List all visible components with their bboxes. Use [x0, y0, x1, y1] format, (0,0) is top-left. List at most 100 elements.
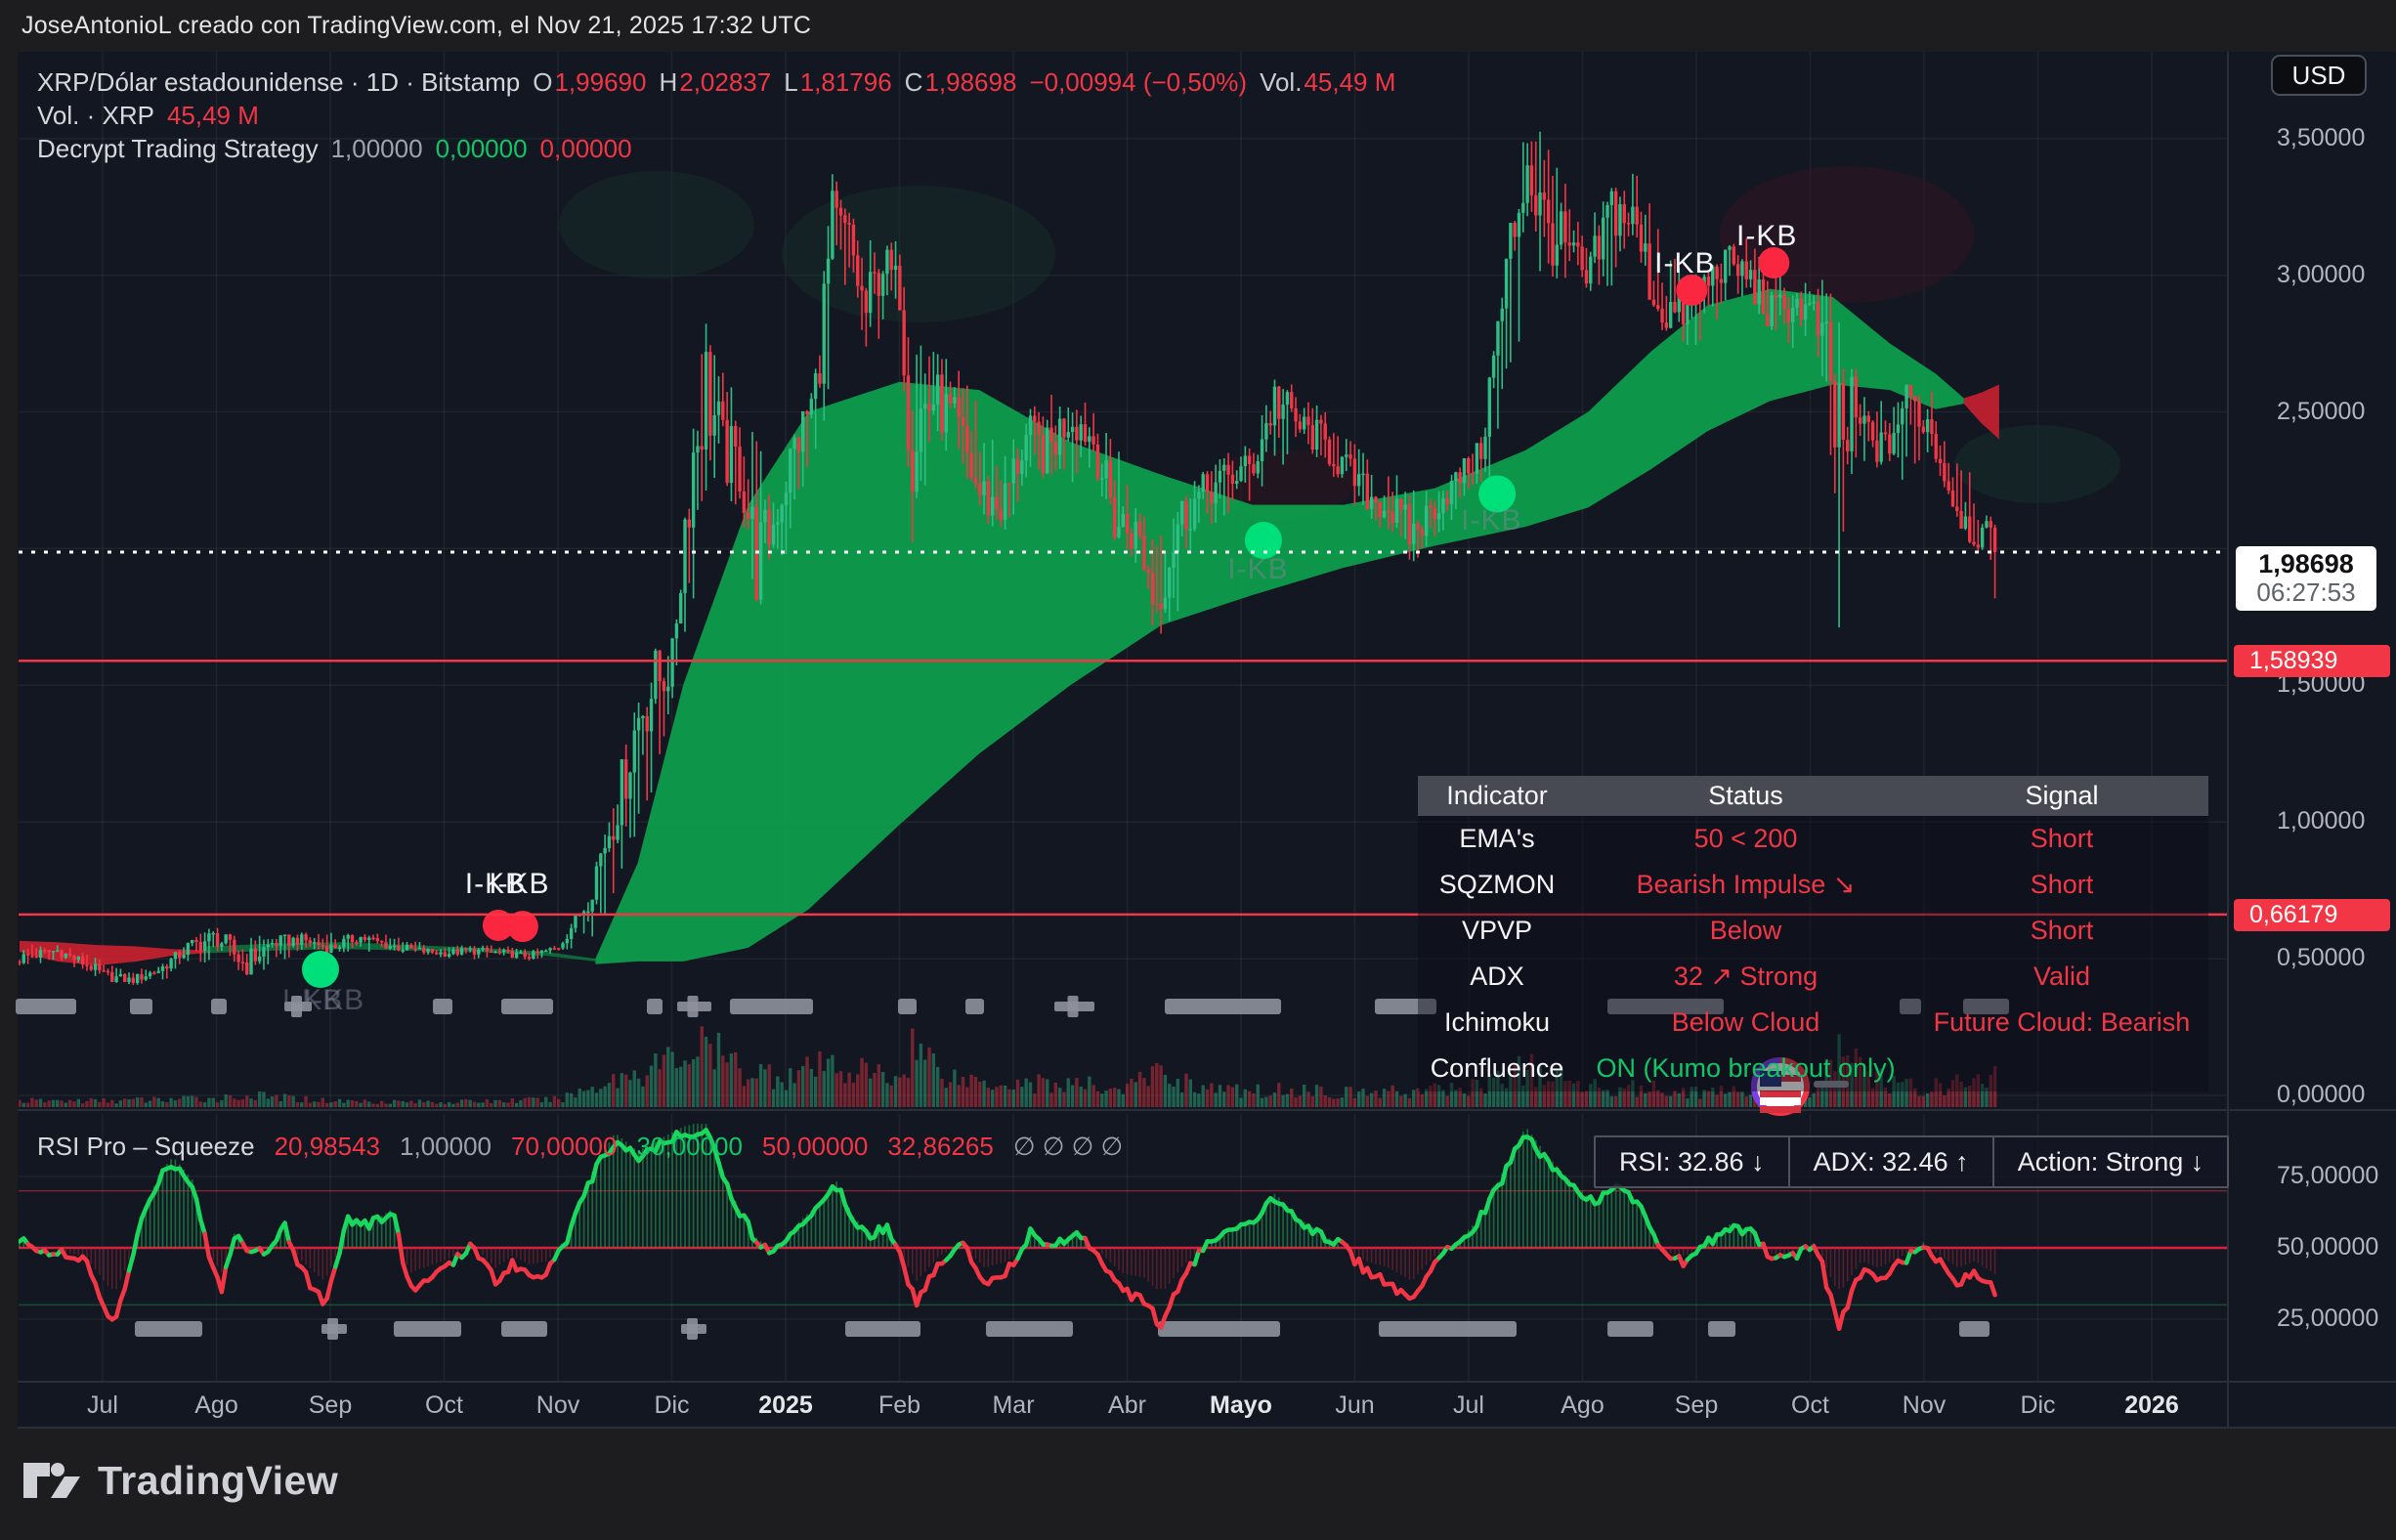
ikb-signal-label: I-KB	[489, 868, 549, 901]
time-axis-label[interactable]: Feb	[878, 1391, 920, 1420]
bar-countdown: 06:27:53	[2236, 578, 2376, 607]
time-axis-label[interactable]: 2025	[758, 1391, 813, 1420]
time-axis-label[interactable]: Jul	[1453, 1391, 1484, 1420]
current-price-badge: 1,98698 06:27:53	[2236, 546, 2376, 611]
indicator-name: EMA's	[1418, 824, 1576, 854]
indicator-status: 32 ↗ Strong	[1576, 962, 1915, 992]
time-axis-label[interactable]: Sep	[309, 1391, 352, 1420]
time-axis-label[interactable]: Nov	[536, 1391, 579, 1420]
indicator-status: ON (Kumo breakout only)	[1576, 1053, 1915, 1084]
indicator-status: Bearish Impulse ↘	[1576, 870, 1915, 900]
price-axis-label[interactable]: 1,00000	[2277, 807, 2365, 835]
table-header-status: Status	[1576, 781, 1915, 811]
ikb-signal-label: I-KB	[1736, 220, 1797, 253]
rsi-legend-value: 70,00000	[511, 1132, 617, 1162]
indicator-summary-table: IndicatorStatusSignalEMA's50 < 200ShortS…	[1418, 776, 2208, 1091]
price-axis-label[interactable]: 2,50000	[2277, 398, 2365, 426]
volume-label: Vol.	[1260, 67, 1302, 98]
tradingview-logo-text: TradingView	[98, 1458, 338, 1504]
time-axis-label[interactable]: Mayo	[1210, 1391, 1272, 1420]
ikb-ghost-label: I-KB	[304, 984, 364, 1017]
volume-value: 45,49 M	[1304, 67, 1395, 98]
rsi-legend-value: 32,86265	[887, 1132, 993, 1162]
time-axis-label[interactable]: Ago	[1561, 1391, 1604, 1420]
time-axis-label[interactable]: Oct	[1791, 1391, 1829, 1420]
price-axis-label[interactable]: 3,00000	[2277, 261, 2365, 289]
indicator-signal: Short	[1915, 916, 2208, 946]
currency-toggle-button[interactable]: USD	[2271, 55, 2367, 96]
price-alert-badge: 0,66179	[2234, 899, 2390, 931]
rsi-indicator-title[interactable]: RSI Pro – Squeeze	[37, 1132, 255, 1162]
close-label: C	[905, 67, 923, 98]
time-axis-label[interactable]: Jun	[1335, 1391, 1374, 1420]
rsi-legend-value: 20,98543	[275, 1132, 380, 1162]
rsi-status-badge: RSI: 32.86 ↓ADX: 32.46 ↑Action: Strong ↓	[1594, 1135, 2229, 1188]
indicator-name: ADX	[1418, 962, 1576, 992]
time-axis-label[interactable]: Jul	[87, 1391, 118, 1420]
ikb-signal-label: I-KB	[1654, 247, 1715, 280]
tradingview-logo-icon	[22, 1460, 81, 1503]
volume-indicator-value: 45,49 M	[167, 101, 259, 131]
indicator-name: Confluence	[1418, 1053, 1576, 1084]
rsi-badge-cell: ADX: 32.46 ↑	[1788, 1137, 1992, 1186]
time-axis-label[interactable]: Ago	[194, 1391, 237, 1420]
change-value: −0,00994 (−0,50%)	[1029, 67, 1247, 98]
open-label: O	[533, 67, 552, 98]
symbol-title[interactable]: XRP/Dólar estadounidense · 1D · Bitstamp	[37, 67, 520, 98]
indicator-name: SQZMON	[1418, 870, 1576, 900]
open-value: 1,99690	[554, 67, 646, 98]
table-row: VPVPBelowShort	[1418, 908, 2208, 954]
table-row: SQZMONBearish Impulse ↘Short	[1418, 862, 2208, 908]
time-axis-label[interactable]: Nov	[1903, 1391, 1946, 1420]
close-value: 1,98698	[924, 67, 1016, 98]
rsi-legend-value: 50,00000	[762, 1132, 868, 1162]
low-value: 1,81796	[800, 67, 892, 98]
legend-strategy-row[interactable]: Decrypt Trading Strategy 1,00000 0,00000…	[37, 134, 632, 164]
indicator-signal: Valid	[1915, 962, 2208, 992]
indicator-status: Below	[1576, 916, 1915, 946]
price-axis-label[interactable]: 0,00000	[2277, 1081, 2365, 1109]
tradingview-logo[interactable]: TradingView	[22, 1458, 338, 1504]
time-axis-label[interactable]: Oct	[425, 1391, 463, 1420]
indicator-signal: Short	[1915, 870, 2208, 900]
time-axis-label[interactable]: 2026	[2124, 1391, 2179, 1420]
rsi-indicator-legend[interactable]: RSI Pro – Squeeze 20,98543 1,00000 70,0000…	[37, 1132, 1123, 1162]
price-axis-label[interactable]: 3,50000	[2277, 124, 2365, 152]
high-value: 2,02837	[679, 67, 771, 98]
high-label: H	[659, 67, 677, 98]
legend-symbol-row[interactable]: XRP/Dólar estadounidense · 1D · Bitstamp…	[37, 67, 1395, 98]
indicator-status: 50 < 200	[1576, 824, 1915, 854]
table-row: ADX32 ↗ StrongValid	[1418, 954, 2208, 1000]
time-axis-label[interactable]: Dic	[2020, 1391, 2055, 1420]
time-axis-label[interactable]: Mar	[992, 1391, 1034, 1420]
table-row: IchimokuBelow CloudFuture Cloud: Bearish	[1418, 1000, 2208, 1046]
indicator-signal: Future Cloud: Bearish	[1915, 1007, 2208, 1038]
indicator-name: Ichimoku	[1418, 1007, 1576, 1038]
table-header-signal: Signal	[1915, 781, 2208, 811]
indicator-name: VPVP	[1418, 916, 1576, 946]
ikb-ghost-label: I-KB	[1227, 553, 1288, 586]
strategy-title[interactable]: Decrypt Trading Strategy	[37, 134, 319, 164]
rsi-axis-label[interactable]: 75,00000	[2277, 1162, 2378, 1190]
time-axis-label[interactable]: Sep	[1675, 1391, 1718, 1420]
table-header-row: IndicatorStatusSignal	[1418, 776, 2208, 816]
rsi-badge-cell: RSI: 32.86 ↓	[1596, 1137, 1788, 1186]
strategy-value-2: 0,00000	[436, 134, 528, 164]
rsi-badge-cell: Action: Strong ↓	[1992, 1137, 2228, 1186]
rsi-legend-value: 1,00000	[400, 1132, 492, 1162]
chart-panel-background	[18, 52, 2396, 1429]
low-label: L	[784, 67, 797, 98]
time-axis-label[interactable]: Abr	[1108, 1391, 1146, 1420]
legend-volume-row[interactable]: Vol. · XRP 45,49 M	[37, 101, 259, 131]
time-axis-label[interactable]: Dic	[654, 1391, 689, 1420]
volume-indicator-title[interactable]: Vol. · XRP	[37, 101, 154, 131]
current-price-value: 1,98698	[2236, 549, 2376, 578]
attribution-text: JoseAntonioL creado con TradingView.com,…	[21, 12, 811, 40]
indicator-signal: Short	[1915, 824, 2208, 854]
price-axis-label[interactable]: 0,50000	[2277, 944, 2365, 972]
rsi-axis-label[interactable]: 50,00000	[2277, 1233, 2378, 1262]
table-row: EMA's50 < 200Short	[1418, 816, 2208, 862]
rsi-axis-label[interactable]: 25,00000	[2277, 1305, 2378, 1333]
table-header-indicator: Indicator	[1418, 781, 1576, 811]
rsi-legend-value: ∅ ∅ ∅ ∅	[1013, 1132, 1123, 1162]
